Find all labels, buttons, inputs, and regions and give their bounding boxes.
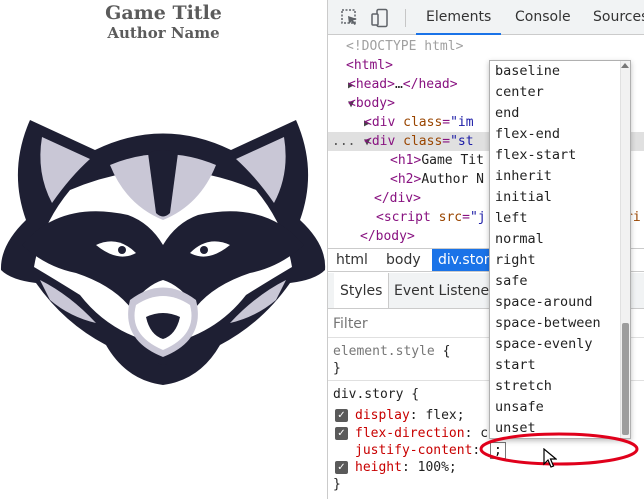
autocomplete-option[interactable]: unsafe xyxy=(495,397,544,418)
autocomplete-option[interactable]: safe xyxy=(495,271,528,292)
value-autocomplete-dropdown[interactable]: baseline center end flex-end flex-start inher… xyxy=(489,60,631,439)
raccoon-logo xyxy=(0,120,326,385)
autocomplete-option[interactable]: normal xyxy=(495,229,544,250)
autocomplete-option[interactable]: space-evenly xyxy=(495,334,593,355)
dom-node-doctype[interactable]: <!DOCTYPE html> xyxy=(328,37,644,56)
expand-triangle-icon[interactable]: ▶ xyxy=(328,114,370,133)
rule-selector: div.story { xyxy=(333,387,420,402)
annotation-ellipse xyxy=(479,432,639,466)
game-title: Game Title xyxy=(105,2,222,24)
device-toolbar-icon[interactable] xyxy=(370,8,390,28)
page-viewport: Game Title Author Name xyxy=(0,0,327,499)
checkbox-flex-direction[interactable]: ✓ xyxy=(335,427,348,440)
mouse-cursor-icon xyxy=(543,448,557,468)
checkbox-display[interactable]: ✓ xyxy=(335,409,348,422)
collapse-triangle-icon[interactable]: ▼ xyxy=(328,95,354,114)
breadcrumb-body[interactable]: body xyxy=(386,249,421,271)
scrollbar-thumb[interactable] xyxy=(622,323,629,435)
tab-console[interactable]: Console xyxy=(515,0,571,35)
autocomplete-option[interactable]: center xyxy=(495,82,544,103)
autocomplete-option[interactable]: space-around xyxy=(495,292,593,313)
tab-event-listeners[interactable]: Event Listener xyxy=(394,273,495,308)
autocomplete-option[interactable]: stretch xyxy=(495,376,552,397)
styles-filter-input[interactable] xyxy=(333,314,483,334)
decl-flex-direction[interactable]: flex-direction: c xyxy=(355,425,488,442)
expand-triangle-icon[interactable]: ▶ xyxy=(328,76,354,95)
decl-display[interactable]: display: flex; xyxy=(355,407,465,424)
autocomplete-option[interactable]: baseline xyxy=(495,61,560,82)
scroll-up-arrow-icon[interactable] xyxy=(621,63,629,68)
decl-height[interactable]: height: 100%; xyxy=(355,459,457,476)
autocomplete-scrollbar[interactable] xyxy=(620,61,630,438)
autocomplete-option[interactable]: space-between xyxy=(495,313,601,334)
breadcrumb-html[interactable]: html xyxy=(336,249,368,271)
autocomplete-option[interactable]: start xyxy=(495,355,536,376)
autocomplete-option[interactable]: left xyxy=(495,208,528,229)
inspect-element-icon[interactable] xyxy=(340,8,360,28)
autocomplete-option[interactable]: flex-start xyxy=(495,145,576,166)
tab-sources[interactable]: Sources xyxy=(593,0,644,35)
element-style-close: } xyxy=(333,361,341,376)
author-name: Author Name xyxy=(107,24,220,42)
tab-elements[interactable]: Elements xyxy=(415,0,502,35)
toolbar-separator xyxy=(405,9,406,27)
autocomplete-option[interactable]: flex-end xyxy=(495,124,560,145)
tab-styles[interactable]: Styles xyxy=(334,273,390,308)
checkbox-height[interactable]: ✓ xyxy=(335,461,348,474)
autocomplete-option[interactable]: end xyxy=(495,103,519,124)
autocomplete-option[interactable]: initial xyxy=(495,187,552,208)
autocomplete-option[interactable]: inherit xyxy=(495,166,552,187)
rule-close: } xyxy=(333,477,341,492)
decl-justify-content[interactable]: justify-content: xyxy=(355,442,480,459)
element-style-rule: element.style { xyxy=(333,344,451,359)
devtools-toolbar: Elements Console Sources xyxy=(328,0,644,35)
autocomplete-option[interactable]: right xyxy=(495,250,536,271)
